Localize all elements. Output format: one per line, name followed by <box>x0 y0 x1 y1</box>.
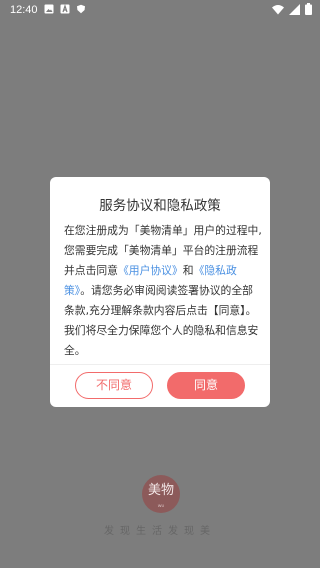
dialog-body: 在您注册成为「美物清单」用户的过程中,您需要完成「美物清单」平台的注册流程并点击… <box>64 221 262 361</box>
agree-button[interactable]: 同意 <box>167 372 245 399</box>
user-agreement-link[interactable]: 《用户协议》 <box>118 264 183 277</box>
dialog-divider <box>50 364 270 365</box>
status-time: 12:40 <box>10 4 38 16</box>
wifi-icon <box>272 4 284 14</box>
app-logo: 美物 ᵂᵁ <box>142 475 180 513</box>
privacy-dialog: 服务协议和隐私政策 在您注册成为「美物清单」用户的过程中,您需要完成「美物清单」… <box>50 177 270 407</box>
dialog-paragraph-2: 我们将尽全力保障您个人的隐私和信息安全。 <box>64 324 259 357</box>
decline-button[interactable]: 不同意 <box>75 372 153 399</box>
signal-icon <box>289 3 300 15</box>
app-logo-subtext: ᵂᵁ <box>157 504 165 511</box>
a-icon <box>60 4 70 14</box>
dialog-text: 。请您务必审阅阅读签署协议的全部条款,充分理解条款内容后点击【同意】。 <box>64 284 257 317</box>
status-notification-icons <box>44 4 86 14</box>
app-logo-text: 美物 <box>147 483 174 498</box>
battery-icon <box>305 3 312 15</box>
image-icon <box>44 4 54 14</box>
shield-icon <box>77 4 85 14</box>
status-bar: 12:40 <box>0 0 320 20</box>
app-slogan: 发现生活发现美 <box>104 526 216 537</box>
dialog-title: 服务协议和隐私政策 <box>99 198 221 214</box>
status-system-icons <box>272 3 312 15</box>
dialog-text: 和 <box>182 264 194 277</box>
dialog-paragraph-1: 在您注册成为「美物清单」用户的过程中,您需要完成「美物清单」平台的注册流程并点击… <box>64 221 262 321</box>
